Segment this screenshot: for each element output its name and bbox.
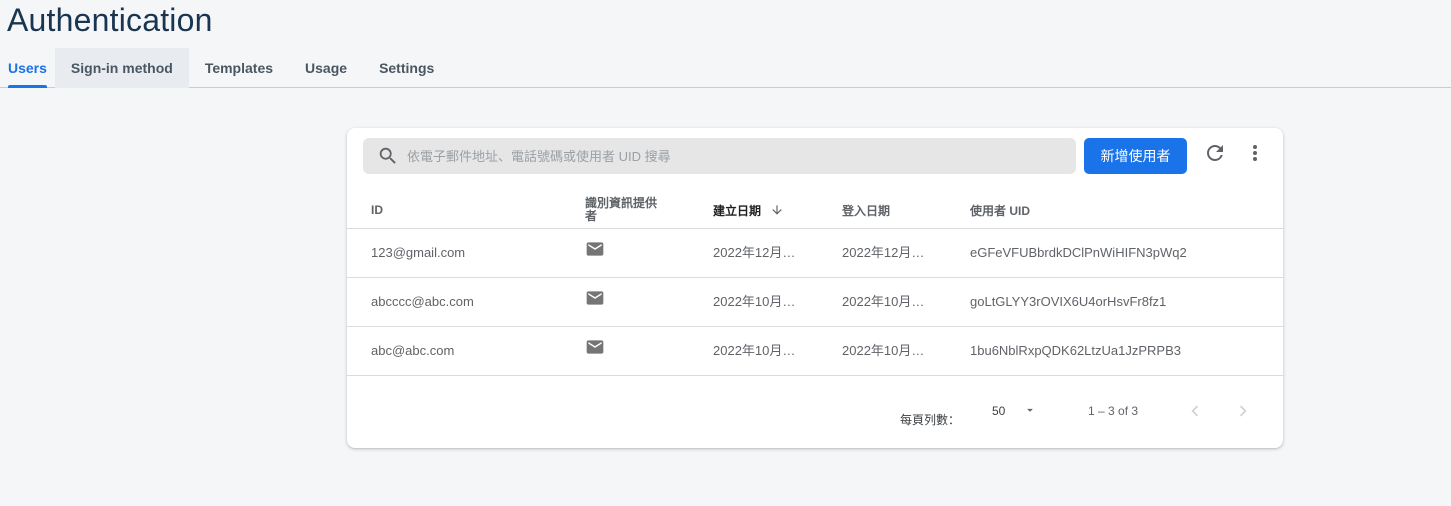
user-uid: goLtGLYY3rOVIX6U4orHsvFr8fz1 [970, 294, 1167, 309]
more-vert-icon[interactable] [1243, 141, 1267, 165]
dropdown-arrow-icon[interactable] [1023, 403, 1037, 417]
page-title: Authentication [7, 2, 213, 38]
page-header: Authentication Users Sign-in method Temp… [0, 0, 1451, 88]
column-header-signed-in[interactable]: 登入日期 [842, 192, 890, 228]
user-uid: eGFeVFUBbrdkDClPnWiHIFN3pWq2 [970, 245, 1187, 260]
users-table-card: 新增使用者 ID 識別資訊提供者 建立日期 登入日期 使用者 UID 123@g… [347, 128, 1283, 448]
chevron-left-icon[interactable] [1184, 400, 1206, 422]
column-header-created[interactable]: 建立日期 [713, 192, 784, 228]
refresh-icon[interactable] [1203, 141, 1227, 165]
table-row[interactable]: abcccc@abc.com 2022年10月… 2022年10月… goLtG… [347, 278, 1283, 327]
rows-per-page-label: 每頁列數： [900, 413, 961, 427]
tab-usage[interactable]: Usage [289, 48, 363, 88]
tab-sign-in-method[interactable]: Sign-in method [54, 48, 189, 88]
column-header-provider-label: 識別資訊提供者 [585, 196, 658, 223]
user-uid: 1bu6NblRxpQDK62LtzUa1JzPRPB3 [970, 343, 1181, 358]
signed-in-date: 2022年10月… [842, 294, 925, 309]
tab-users[interactable]: Users [0, 48, 55, 88]
user-id: abcccc@abc.com [371, 294, 474, 309]
add-user-button[interactable]: 新增使用者 [1084, 138, 1187, 174]
table-row[interactable]: 123@gmail.com 2022年12月… 2022年12月… eGFeVF… [347, 229, 1283, 278]
chevron-right-icon[interactable] [1232, 400, 1254, 422]
pagination-range: 1 – 3 of 3 [1088, 404, 1139, 418]
column-header-created-label: 建立日期 [713, 203, 762, 218]
created-date: 2022年12月… [713, 245, 796, 260]
rows-per-page-select[interactable]: 50 [992, 404, 1005, 418]
column-header-provider[interactable]: 識別資訊提供者 [585, 192, 665, 228]
column-header-id[interactable]: ID [371, 192, 383, 228]
search-icon [379, 147, 396, 164]
user-id: 123@gmail.com [371, 245, 466, 260]
tab-bar: Users Sign-in method Templates Usage Set… [0, 48, 450, 88]
tab-templates[interactable]: Templates [189, 48, 289, 88]
table-row[interactable]: abc@abc.com 2022年10月… 2022年10月… 1bu6NblR… [347, 327, 1283, 376]
email-icon [586, 242, 604, 256]
email-icon [586, 291, 604, 305]
column-header-uid[interactable]: 使用者 UID [970, 192, 1030, 228]
signed-in-date: 2022年12月… [842, 245, 925, 260]
created-date: 2022年10月… [713, 294, 796, 309]
search-input[interactable] [407, 138, 1057, 174]
tab-settings[interactable]: Settings [363, 48, 450, 88]
email-icon [586, 340, 604, 354]
arrow-down-icon [772, 205, 782, 215]
created-date: 2022年10月… [713, 343, 796, 358]
user-id: abc@abc.com [371, 343, 455, 358]
search-bar [363, 138, 1076, 174]
signed-in-date: 2022年10月… [842, 343, 925, 358]
